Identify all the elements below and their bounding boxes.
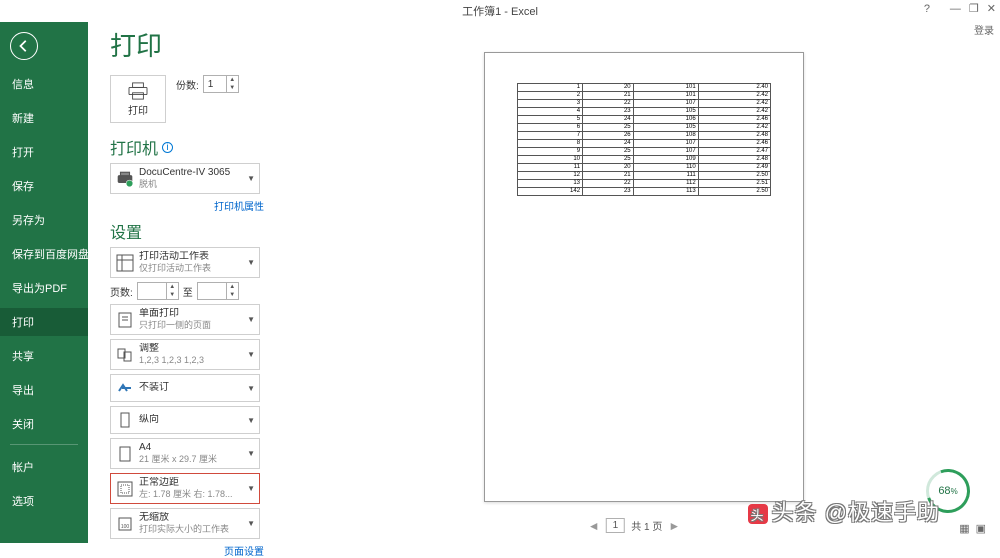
sidebar-item-1[interactable]: 新建	[0, 104, 88, 132]
print-button[interactable]: 打印	[110, 75, 166, 123]
collation-selector[interactable]: 调整1,2,3 1,2,3 1,2,3▼	[110, 339, 260, 370]
sidebar-bottom-0[interactable]: 帐户	[0, 453, 88, 481]
setting-icon	[115, 378, 135, 398]
printer-status: 脱机	[139, 179, 245, 190]
margins-selector[interactable]: 正常边距左: 1.78 厘米 右: 1.78...▼	[110, 473, 260, 504]
setting-icon: 100	[115, 514, 135, 534]
help-icon[interactable]: ?	[924, 3, 930, 15]
sidebar-item-7[interactable]: 打印	[0, 308, 88, 336]
sidebar-item-8[interactable]: 共享	[0, 342, 88, 370]
setting-icon	[115, 410, 135, 430]
chevron-down-icon: ▼	[247, 449, 255, 458]
print-preview-area: 1201012.402211012.423221072.424231052.42…	[268, 22, 1000, 543]
prev-page-button[interactable]: ◄	[588, 519, 600, 533]
setting-icon	[115, 444, 135, 464]
printer-properties-link[interactable]: 打印机属性	[110, 198, 268, 213]
sidebar-item-9[interactable]: 导出	[0, 376, 88, 404]
show-margins-icon[interactable]: ▦	[959, 522, 969, 535]
duplex-selector[interactable]: 单面打印只打印一侧的页面▼	[110, 304, 260, 335]
page-navigator: ◄ 1 共 1 页 ►	[588, 518, 680, 533]
page-setup-link[interactable]: 页面设置	[110, 543, 268, 558]
preview-zoom-controls: ▦ ▣	[959, 522, 986, 535]
settings-section-header: 设置	[110, 219, 268, 243]
printer-selector[interactable]: DocuCentre-IV 3065 脱机 ▼	[110, 163, 260, 194]
copies-label: 份数:	[176, 77, 199, 92]
page-preview: 1201012.402211012.423221072.424231052.42…	[484, 52, 804, 502]
close-icon[interactable]: ✕	[987, 2, 996, 15]
backstage-sidebar: 信息新建打开保存另存为保存到百度网盘导出为PDF 打印共享导出关闭帐户选项	[0, 22, 88, 543]
orientation-selector[interactable]: 纵向▼	[110, 406, 260, 434]
sidebar-bottom-1[interactable]: 选项	[0, 487, 88, 515]
setting-icon	[115, 345, 135, 365]
sidebar-item-4[interactable]: 另存为	[0, 206, 88, 234]
sidebar-item-6[interactable]: 导出为PDF	[0, 274, 88, 302]
sidebar-item-5[interactable]: 保存到百度网盘	[0, 240, 88, 268]
page-to-input[interactable]: ▲▼	[197, 282, 239, 300]
page-from-input[interactable]: ▲▼	[137, 282, 179, 300]
printer-name: DocuCentre-IV 3065	[139, 167, 245, 179]
setting-icon	[115, 479, 135, 499]
current-page-input[interactable]: 1	[606, 518, 626, 533]
title-bar: 工作簿1 - Excel ? — ❐ ✕	[0, 0, 1000, 22]
chevron-down-icon: ▼	[247, 484, 255, 493]
sidebar-item-0[interactable]: 信息	[0, 70, 88, 98]
spin-up-icon: ▲	[227, 76, 238, 84]
copies-spinner[interactable]: 1 ▲▼	[203, 75, 239, 93]
chevron-down-icon: ▼	[247, 519, 255, 528]
paper-size-selector[interactable]: A421 厘米 x 29.7 厘米▼	[110, 438, 260, 469]
info-icon[interactable]: i	[162, 142, 173, 153]
progress-indicator: 68%	[926, 469, 970, 513]
staple-selector[interactable]: 不装订▼	[110, 374, 260, 402]
scaling-selector[interactable]: 100无缩放打印实际大小的工作表▼	[110, 508, 260, 539]
print-button-label: 打印	[128, 102, 148, 117]
back-button[interactable]	[10, 32, 38, 60]
copies-control: 份数: 1 ▲▼	[176, 75, 239, 93]
svg-text:100: 100	[121, 524, 130, 530]
chevron-down-icon: ▼	[247, 416, 255, 425]
sidebar-item-10[interactable]: 关闭	[0, 410, 88, 438]
total-pages-label: 共 1 页	[631, 518, 662, 533]
restore-icon[interactable]: ❐	[969, 2, 979, 15]
page-title: 打印	[110, 26, 268, 63]
page-range-row: 页数: ▲▼ 至 ▲▼	[110, 282, 268, 300]
minimize-icon[interactable]: —	[950, 3, 961, 15]
spin-down-icon: ▼	[227, 84, 238, 92]
app-title: 工作簿1 - Excel	[462, 3, 538, 19]
chevron-down-icon: ▼	[247, 315, 255, 324]
chevron-down-icon: ▼	[247, 258, 255, 267]
print-settings-panel: 打印 打印 份数: 1 ▲▼ 打印机 i	[88, 22, 268, 543]
chevron-down-icon: ▼	[247, 350, 255, 359]
printer-section-header: 打印机 i	[110, 135, 268, 159]
window-controls: — ❐ ✕	[950, 2, 996, 15]
preview-data-table: 1201012.402211012.423221072.424231052.42…	[517, 83, 771, 196]
sidebar-item-2[interactable]: 打开	[0, 138, 88, 166]
print-scope-selector[interactable]: 打印活动工作表 仅打印活动工作表 ▼	[110, 247, 260, 278]
chevron-down-icon: ▼	[247, 384, 255, 393]
sidebar-item-3[interactable]: 保存	[0, 172, 88, 200]
setting-icon	[115, 310, 135, 330]
chevron-down-icon: ▼	[247, 174, 255, 183]
zoom-to-page-icon[interactable]: ▣	[976, 522, 986, 535]
next-page-button[interactable]: ►	[668, 519, 680, 533]
